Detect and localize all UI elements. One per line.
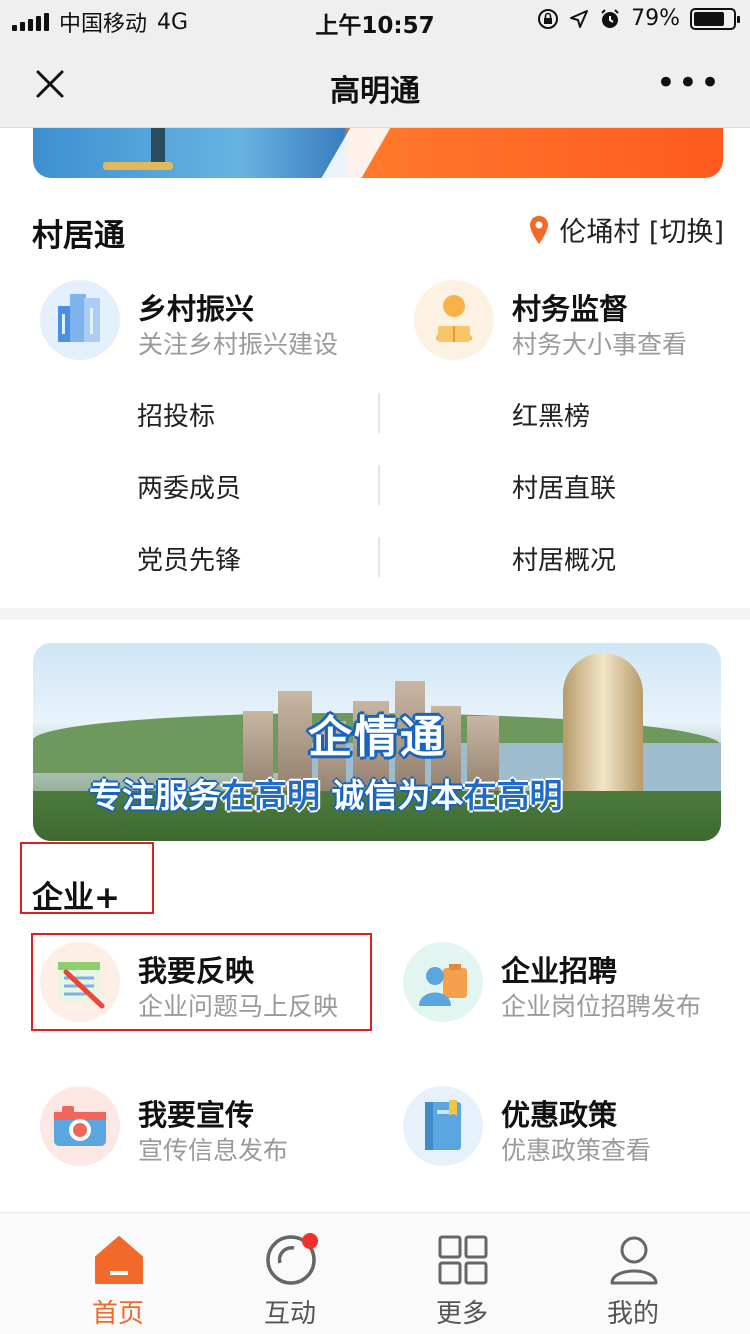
notepad-pen-icon	[40, 942, 120, 1022]
location-label: 伦埇村 [切换]	[559, 217, 724, 248]
location-pin-icon	[530, 215, 549, 244]
home-icon	[95, 1236, 143, 1284]
feature-preferential-policy[interactable]: 优惠政策 优惠政策查看	[403, 1086, 733, 1176]
section-title-village: 村居通	[32, 218, 125, 254]
tab-label: 更多	[435, 1299, 488, 1329]
tab-home[interactable]: 首页	[48, 1213, 188, 1334]
rotation-lock-icon	[538, 8, 559, 29]
camera-icon	[40, 1086, 120, 1166]
banner-title: 企情通	[308, 712, 446, 763]
person-reading-icon	[414, 280, 494, 360]
battery-icon	[690, 7, 740, 30]
divider	[378, 537, 380, 577]
feature-desc: 企业岗位招聘发布	[501, 992, 702, 1021]
recruit-person-icon	[403, 942, 483, 1022]
banner-slogan: 专注服务在高明 诚信为本在高明	[89, 776, 563, 815]
feature-name: 我要宣传	[138, 1098, 255, 1132]
top-banner[interactable]	[33, 128, 723, 178]
feature-desc: 宣传信息发布	[138, 1136, 289, 1165]
nav-bar: 高明通 •••	[0, 40, 750, 128]
enterprise-banner[interactable]: 企情通 专注服务在高明 诚信为本在高明	[33, 643, 721, 841]
tab-label: 首页	[91, 1299, 144, 1329]
feature-name: 我要反映	[138, 954, 255, 988]
location-switch[interactable]: 伦埇村 [切换]	[529, 210, 724, 249]
notification-badge	[302, 1233, 318, 1249]
tab-bar: 首页 互动 更多 我的	[0, 1212, 750, 1334]
feature-name: 优惠政策	[501, 1098, 618, 1132]
tab-mine[interactable]: 我的	[563, 1213, 703, 1334]
book-icon	[403, 1086, 483, 1166]
battery-percent: 79%	[631, 6, 680, 31]
feature-rural-revitalization[interactable]: 乡村振兴 关注乡村振兴建设	[40, 280, 370, 370]
link-party-pioneers[interactable]: 党员先锋	[137, 540, 241, 577]
link-committee-members[interactable]: 两委成员	[137, 468, 241, 505]
feature-desc: 企业问题马上反映	[138, 992, 339, 1021]
section-title-enterprise: 企业+	[32, 880, 120, 916]
grid-icon	[438, 1235, 488, 1285]
feature-recruitment[interactable]: 企业招聘 企业岗位招聘发布	[403, 942, 733, 1032]
link-village-overview[interactable]: 村居概况	[512, 540, 616, 577]
page-title: 高明通	[330, 74, 420, 109]
alarm-icon	[601, 8, 619, 28]
tab-interact[interactable]: 互动	[220, 1213, 360, 1334]
more-menu-button[interactable]: •••	[656, 66, 722, 100]
feature-publicity[interactable]: 我要宣传 宣传信息发布	[40, 1086, 370, 1176]
feature-desc: 关注乡村振兴建设	[138, 330, 339, 359]
feature-village-supervision[interactable]: 村务监督 村务大小事查看	[414, 280, 724, 370]
divider	[378, 465, 380, 505]
feature-name: 企业招聘	[501, 954, 618, 988]
user-icon	[610, 1236, 658, 1285]
feature-name: 乡村振兴	[138, 292, 255, 326]
divider	[378, 393, 380, 433]
tab-label: 互动	[263, 1299, 316, 1329]
buildings-icon	[40, 280, 120, 360]
feature-name: 村务监督	[512, 292, 629, 326]
link-bidding[interactable]: 招投标	[137, 396, 215, 433]
feature-desc: 村务大小事查看	[512, 330, 688, 359]
feature-desc: 优惠政策查看	[501, 1136, 652, 1165]
section-divider	[0, 608, 750, 620]
tab-more[interactable]: 更多	[392, 1213, 532, 1334]
link-village-direct[interactable]: 村居直联	[512, 468, 616, 505]
tab-label: 我的	[606, 1299, 659, 1329]
location-arrow-icon	[570, 9, 589, 28]
feature-report-issue[interactable]: 我要反映 企业问题马上反映	[40, 942, 370, 1032]
status-bar: 中国移动 4G 上午10:57 79%	[0, 0, 750, 40]
link-red-black-list[interactable]: 红黑榜	[512, 396, 590, 433]
